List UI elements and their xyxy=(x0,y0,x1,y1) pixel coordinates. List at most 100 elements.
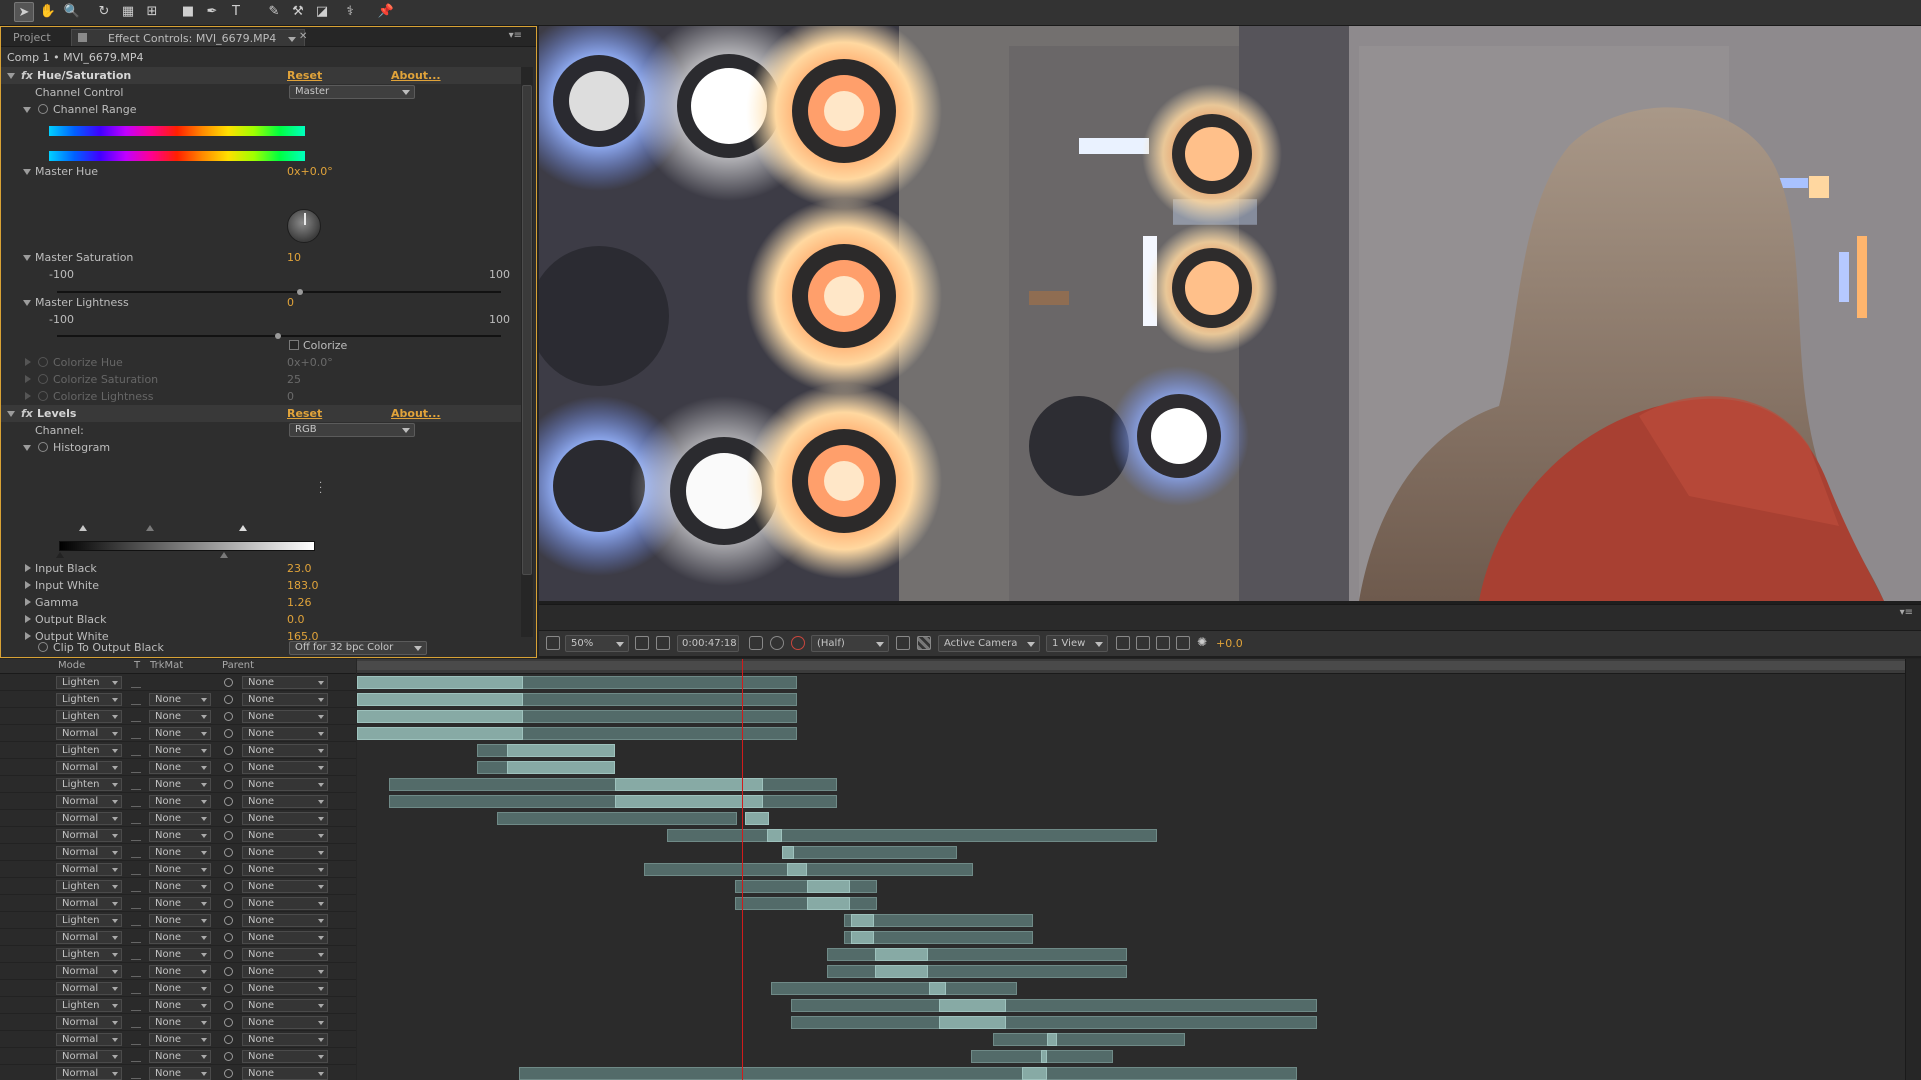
layer-duration-bar[interactable] xyxy=(771,982,1017,995)
histogram-options-icon[interactable]: · · · xyxy=(319,479,323,499)
preserve-transparency-toggle[interactable] xyxy=(131,729,141,739)
parent-dropdown[interactable]: None xyxy=(242,1016,328,1029)
gamma-marker[interactable] xyxy=(146,525,154,531)
layer-duration-bar[interactable] xyxy=(735,897,877,910)
parent-dropdown[interactable]: None xyxy=(242,880,328,893)
pick-whip-icon[interactable] xyxy=(224,763,233,772)
blend-mode-dropdown[interactable]: Normal xyxy=(56,965,122,978)
preserve-transparency-toggle[interactable] xyxy=(131,797,141,807)
rotate-tool[interactable]: ↻ xyxy=(94,2,114,22)
rectangle-tool[interactable]: ■ xyxy=(178,2,198,22)
preserve-transparency-toggle[interactable] xyxy=(131,984,141,994)
output-black-marker[interactable] xyxy=(56,552,64,558)
preserve-transparency-toggle[interactable] xyxy=(131,678,141,688)
resolution-dropdown[interactable]: (Half) xyxy=(811,635,889,652)
pick-whip-icon[interactable] xyxy=(224,916,233,925)
t-column-header[interactable]: T xyxy=(134,660,140,671)
blend-mode-dropdown[interactable]: Normal xyxy=(56,1033,122,1046)
timeline-icon[interactable] xyxy=(1156,636,1170,650)
preserve-transparency-toggle[interactable] xyxy=(131,695,141,705)
blend-mode-dropdown[interactable]: Normal xyxy=(56,982,122,995)
fx-icon[interactable]: fx xyxy=(21,67,33,84)
tab-project[interactable]: Project xyxy=(5,29,59,46)
tab-effect-controls[interactable]: Effect Controls: MVI_6679.MP4 xyxy=(71,29,305,46)
blend-mode-dropdown[interactable]: Lighten xyxy=(56,778,122,791)
pick-whip-icon[interactable] xyxy=(224,712,233,721)
pick-whip-icon[interactable] xyxy=(224,1069,233,1078)
snapshot-camera-icon[interactable] xyxy=(749,636,763,650)
levels-channel-dropdown[interactable]: RGB xyxy=(289,423,415,437)
disclosure-triangle-icon[interactable] xyxy=(25,615,31,623)
blend-mode-dropdown[interactable]: Normal xyxy=(56,863,122,876)
track-matte-dropdown[interactable]: None xyxy=(149,880,211,893)
input-white-value[interactable]: 183.0 xyxy=(287,577,319,594)
blend-mode-dropdown[interactable]: Lighten xyxy=(56,676,122,689)
hand-tool[interactable]: ✋ xyxy=(38,2,58,22)
composition-viewer[interactable] xyxy=(539,26,1921,601)
blend-mode-dropdown[interactable]: Normal xyxy=(56,1016,122,1029)
time-ruler[interactable] xyxy=(357,659,1905,674)
disclosure-triangle-icon[interactable] xyxy=(25,358,31,366)
always-preview-icon[interactable] xyxy=(546,636,560,650)
parent-dropdown[interactable]: None xyxy=(242,812,328,825)
current-time-indicator[interactable] xyxy=(742,659,743,1080)
layer-active-segment[interactable] xyxy=(745,812,769,825)
layer-duration-bar[interactable] xyxy=(497,812,737,825)
pick-whip-icon[interactable] xyxy=(224,1052,233,1061)
preserve-transparency-toggle[interactable] xyxy=(131,712,141,722)
stopwatch-icon[interactable] xyxy=(38,642,48,652)
input-black-marker[interactable] xyxy=(79,525,87,531)
track-matte-dropdown[interactable]: None xyxy=(149,744,211,757)
input-white-marker[interactable] xyxy=(239,525,247,531)
parent-dropdown[interactable]: None xyxy=(242,710,328,723)
track-matte-dropdown[interactable]: None xyxy=(149,693,211,706)
preserve-transparency-toggle[interactable] xyxy=(131,763,141,773)
disclosure-triangle-icon[interactable] xyxy=(7,73,15,79)
pick-whip-icon[interactable] xyxy=(224,814,233,823)
layer-active-segment[interactable] xyxy=(357,710,523,723)
track-matte-dropdown[interactable]: None xyxy=(149,1050,211,1063)
flowchart-icon[interactable] xyxy=(1176,636,1190,650)
blend-mode-dropdown[interactable]: Lighten xyxy=(56,693,122,706)
parent-dropdown[interactable]: None xyxy=(242,676,328,689)
layer-duration-bar[interactable] xyxy=(519,1067,1297,1080)
layer-duration-bar[interactable] xyxy=(782,846,957,859)
preserve-transparency-toggle[interactable] xyxy=(131,1018,141,1028)
roto-brush-tool[interactable]: ⚕ xyxy=(340,2,360,22)
layer-active-segment[interactable] xyxy=(1041,1050,1047,1063)
blend-mode-dropdown[interactable]: Normal xyxy=(56,761,122,774)
blend-mode-dropdown[interactable]: Normal xyxy=(56,812,122,825)
panel-menu-icon[interactable]: ▾≡ xyxy=(1900,607,1913,618)
track-matte-dropdown[interactable]: None xyxy=(149,999,211,1012)
mask-visibility-icon[interactable] xyxy=(656,636,670,650)
pick-whip-icon[interactable] xyxy=(224,746,233,755)
3d-view-dropdown[interactable]: Active Camera xyxy=(938,635,1040,652)
parent-dropdown[interactable]: None xyxy=(242,965,328,978)
parent-dropdown[interactable]: None xyxy=(242,1067,328,1080)
track-matte-dropdown[interactable]: None xyxy=(149,710,211,723)
disclosure-triangle-icon[interactable] xyxy=(7,411,15,417)
parent-dropdown[interactable]: None xyxy=(242,778,328,791)
layer-active-segment[interactable] xyxy=(507,744,615,757)
pick-whip-icon[interactable] xyxy=(224,695,233,704)
blend-mode-dropdown[interactable]: Lighten xyxy=(56,744,122,757)
track-matte-dropdown[interactable]: None xyxy=(149,727,211,740)
about-link[interactable]: About... xyxy=(391,405,441,422)
pick-whip-icon[interactable] xyxy=(224,848,233,857)
parent-dropdown[interactable]: None xyxy=(242,1033,328,1046)
track-matte-dropdown[interactable]: None xyxy=(149,761,211,774)
pick-whip-icon[interactable] xyxy=(224,729,233,738)
eraser-tool[interactable]: ◪ xyxy=(312,2,332,22)
preserve-transparency-toggle[interactable] xyxy=(131,916,141,926)
type-tool[interactable]: T xyxy=(226,2,246,22)
parent-dropdown[interactable]: None xyxy=(242,897,328,910)
colorize-checkbox[interactable] xyxy=(289,340,299,350)
blend-mode-dropdown[interactable]: Normal xyxy=(56,829,122,842)
grid-guides-icon[interactable] xyxy=(635,636,649,650)
gamma-value[interactable]: 1.26 xyxy=(287,594,312,611)
selection-tool[interactable]: ➤ xyxy=(14,2,34,22)
layer-active-segment[interactable] xyxy=(851,931,874,944)
preserve-transparency-toggle[interactable] xyxy=(131,1052,141,1062)
track-matte-dropdown[interactable]: None xyxy=(149,948,211,961)
master-hue-value[interactable]: 0x+0.0° xyxy=(287,163,333,180)
